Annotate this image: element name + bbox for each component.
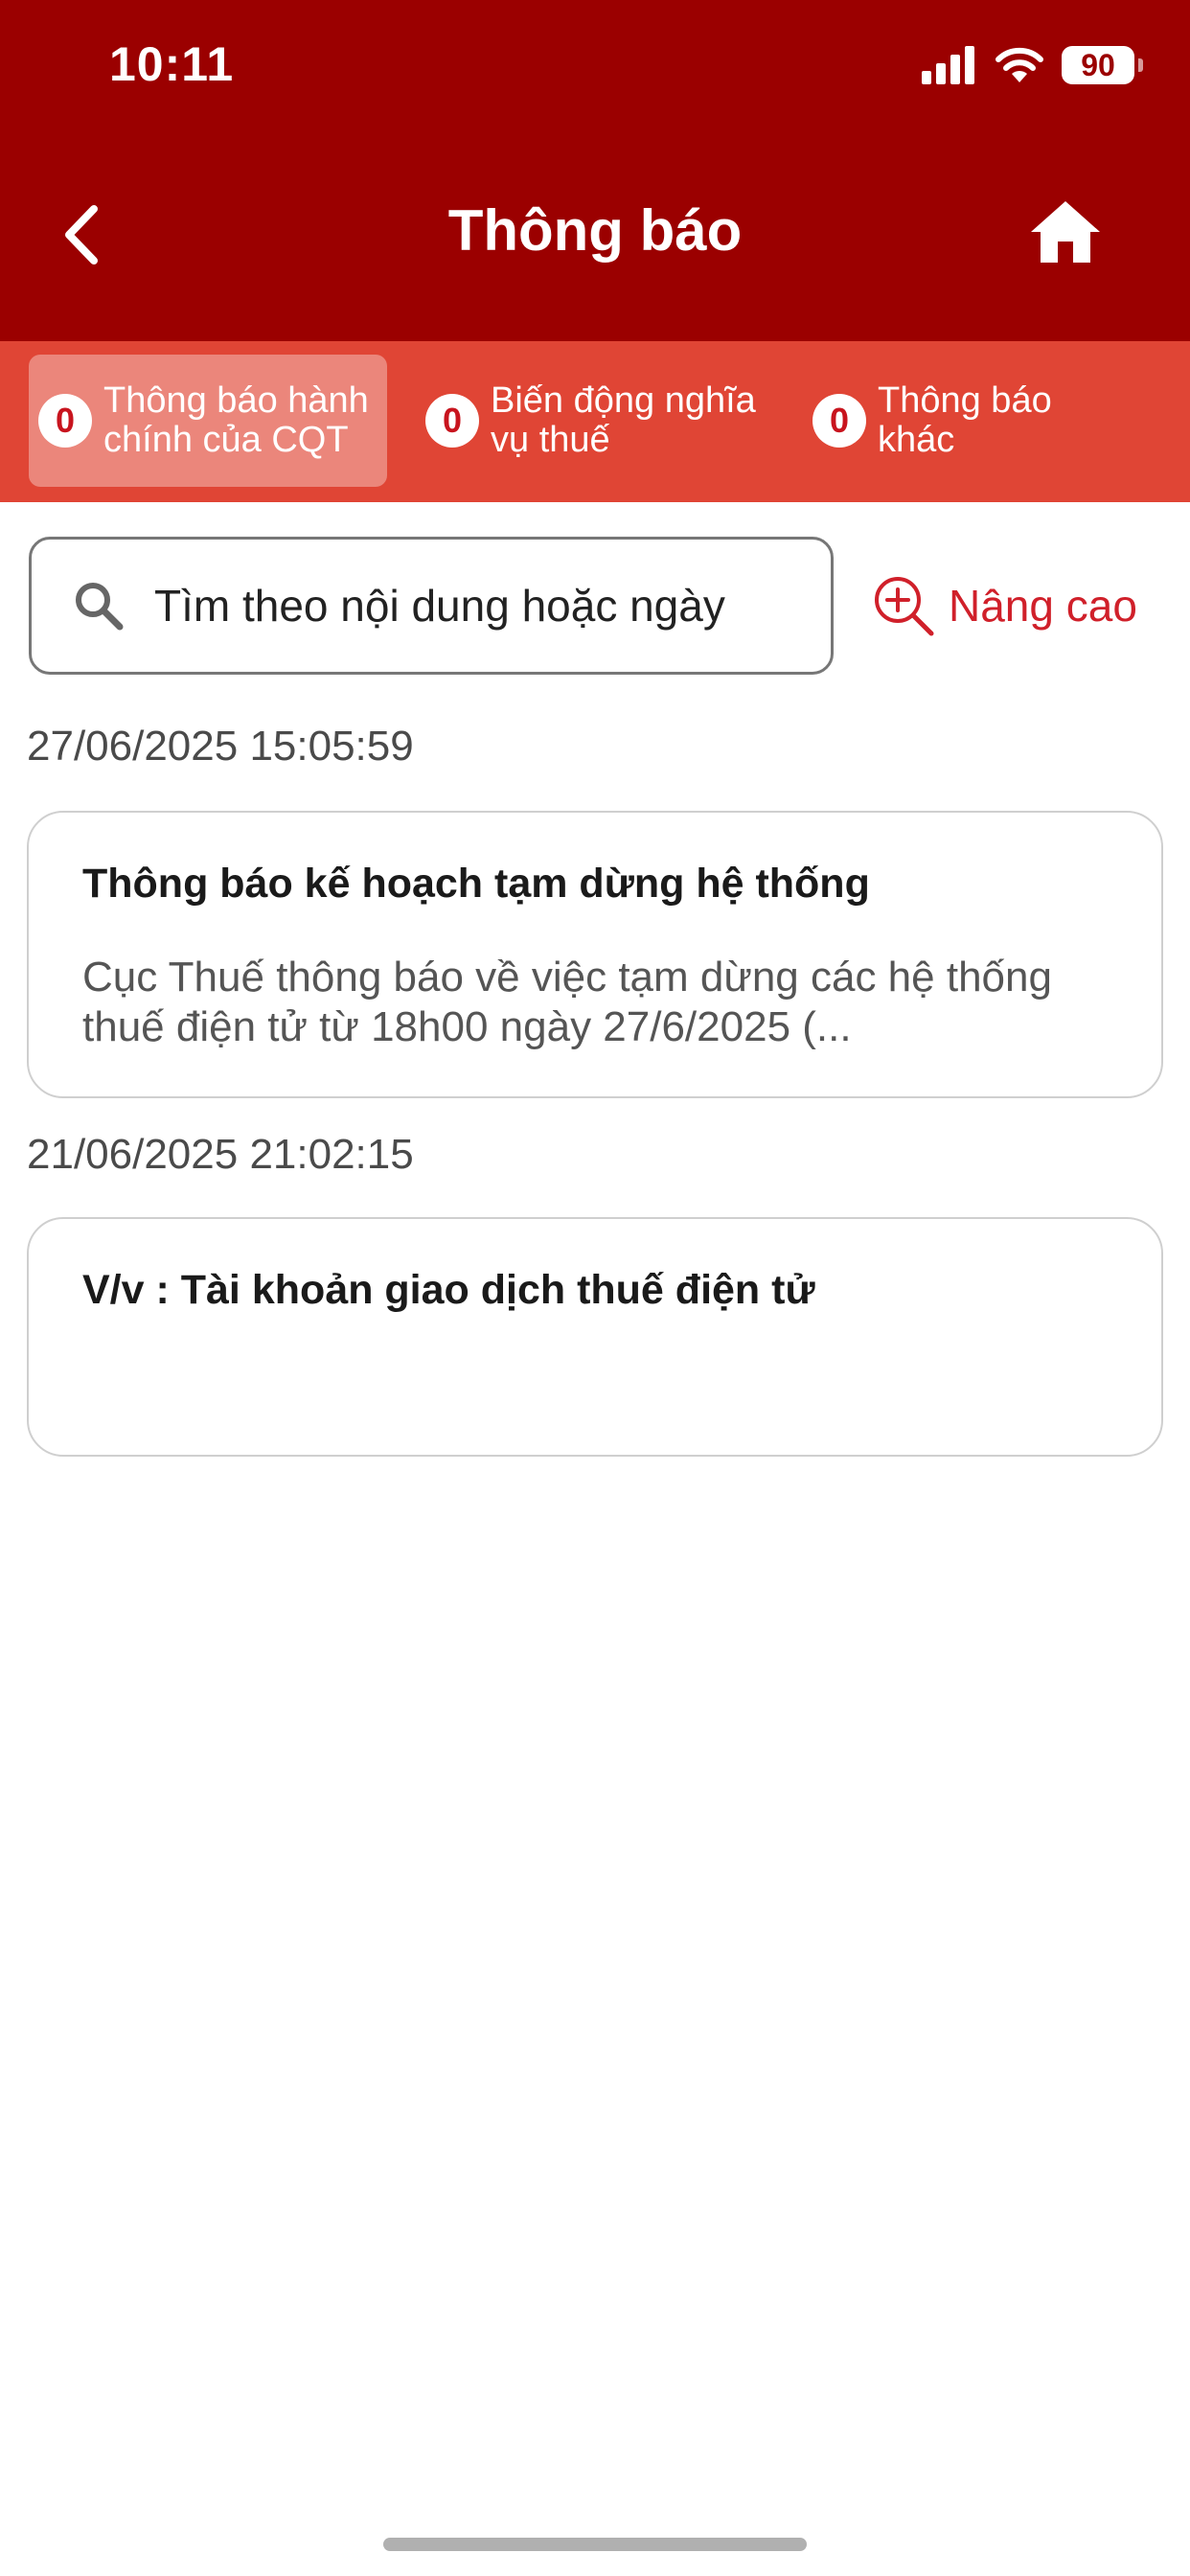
search-input[interactable]	[154, 580, 825, 632]
status-time: 10:11	[109, 37, 235, 91]
search-icon	[76, 583, 124, 631]
notification-title: V/v : Tài khoản giao dịch thuế điện tử	[82, 1267, 815, 1313]
tab-label: Thông báo hành chính của CQT	[103, 380, 369, 460]
tab-administrative-notices[interactable]: 0 Thông báo hành chính của CQT	[29, 355, 387, 487]
notification-date: 27/06/2025 15:05:59	[27, 723, 414, 770]
search-box[interactable]	[29, 537, 834, 675]
notification-card[interactable]: Thông báo kế hoạch tạm dừng hệ thống Cục…	[27, 811, 1163, 1098]
battery-icon: 90	[1062, 46, 1143, 84]
battery-tip	[1138, 58, 1143, 72]
signal-icon	[922, 46, 974, 84]
advanced-search-button[interactable]: Nâng cao	[872, 571, 1137, 640]
home-icon	[1031, 201, 1100, 263]
tab-count-badge: 0	[812, 394, 866, 448]
tab-label: Thông báo khác	[878, 380, 1052, 460]
notification-card[interactable]: V/v : Tài khoản giao dịch thuế điện tử	[27, 1217, 1163, 1457]
tab-count-badge: 0	[425, 394, 479, 448]
page-title: Thông báo	[447, 198, 743, 263]
tab-count-badge: 0	[38, 394, 92, 448]
advanced-search-label: Nâng cao	[949, 581, 1137, 631]
home-indicator[interactable]	[383, 2538, 807, 2551]
tab-label: Biến động nghĩa vụ thuế	[491, 380, 756, 460]
tab-bar: 0 Thông báo hành chính của CQT 0 Biến độ…	[0, 341, 1190, 502]
wifi-icon	[995, 47, 1043, 82]
status-icons: 90	[922, 42, 1143, 88]
tab-other-notices[interactable]: 0 Thông báo khác	[803, 355, 1167, 487]
home-button[interactable]	[1023, 196, 1108, 268]
battery-level: 90	[1081, 47, 1115, 82]
notification-date: 21/06/2025 21:02:15	[27, 1131, 414, 1178]
zoom-in-icon	[875, 577, 934, 636]
notification-title: Thông báo kế hoạch tạm dừng hệ thống	[82, 861, 870, 907]
tab-tax-obligation-changes[interactable]: 0 Biến động nghĩa vụ thuế	[416, 355, 780, 487]
app-header: 10:11 90 Thông báo	[0, 0, 1190, 341]
notification-body: Cục Thuế thông báo về việc tạm dừng các …	[82, 954, 1052, 1050]
